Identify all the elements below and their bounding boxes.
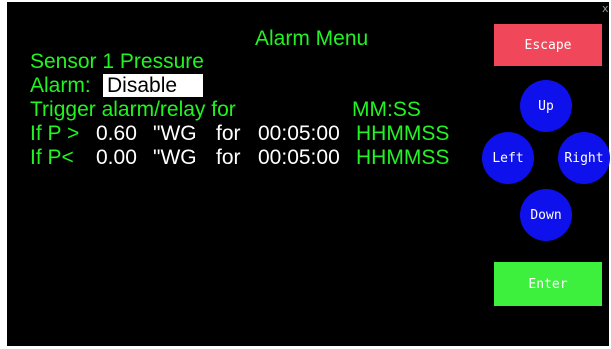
right-button[interactable]: Right: [558, 132, 610, 184]
alarm-label: Alarm:: [30, 74, 91, 97]
alarm-state-field[interactable]: Disable: [103, 74, 203, 97]
trigger-label: Trigger alarm/relay for: [30, 98, 236, 121]
low-threshold-value[interactable]: 0.00: [96, 147, 137, 169]
high-threshold-value[interactable]: 0.60: [96, 123, 137, 145]
high-time-format: HHMMSS: [356, 122, 450, 145]
high-condition-label: If P >: [30, 122, 80, 145]
low-for-label: for: [216, 146, 241, 169]
high-threshold-unit: "WG: [153, 122, 197, 145]
low-threshold-unit: "WG: [153, 146, 197, 169]
high-for-label: for: [216, 122, 241, 145]
low-time-format: HHMMSS: [356, 146, 450, 169]
menu-title: Alarm Menu: [255, 27, 369, 50]
up-button[interactable]: Up: [520, 80, 572, 132]
close-icon[interactable]: x: [602, 2, 609, 15]
low-condition-label: If P<: [30, 146, 74, 169]
sensor-label: Sensor 1 Pressure: [30, 50, 204, 73]
enter-button[interactable]: Enter: [494, 262, 602, 306]
left-button[interactable]: Left: [482, 132, 534, 184]
escape-button[interactable]: Escape: [494, 24, 602, 66]
down-button[interactable]: Down: [520, 189, 572, 241]
trigger-format: MM:SS: [352, 98, 421, 121]
high-delay-time[interactable]: 00:05:00: [258, 123, 340, 145]
low-delay-time[interactable]: 00:05:00: [258, 147, 340, 169]
